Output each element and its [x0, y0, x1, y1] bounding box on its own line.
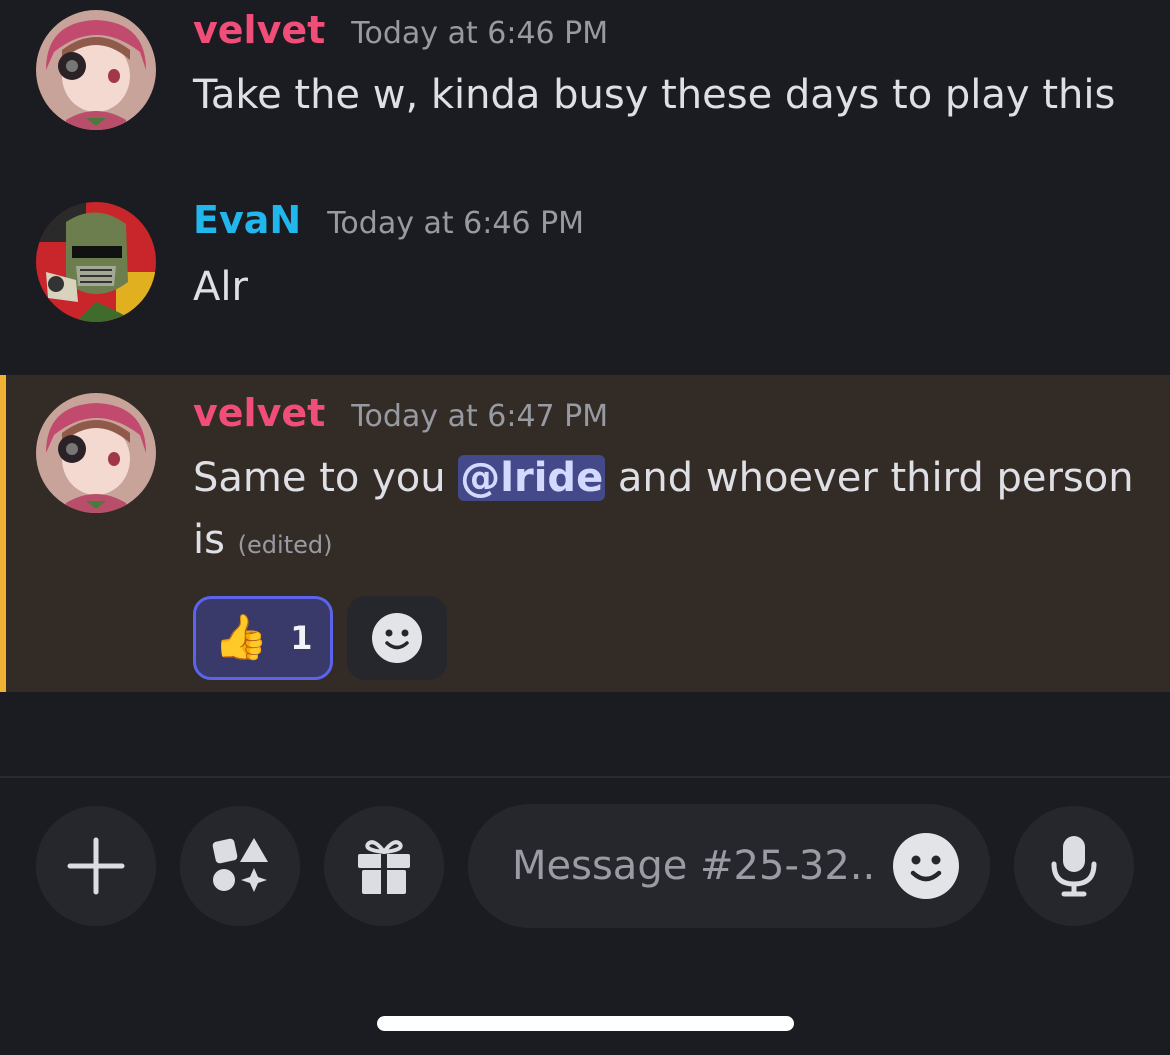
- message-item[interactable]: EvaN Today at 6:46 PM Alr: [0, 190, 1170, 375]
- message-text-part: is: [193, 517, 225, 563]
- username[interactable]: EvaN: [193, 198, 301, 242]
- smiley-icon[interactable]: [892, 832, 960, 900]
- avatar[interactable]: [36, 202, 156, 322]
- message-text: Take the w, kinda busy these days to pla…: [193, 72, 1116, 118]
- thumbs-up-icon: 👍: [213, 612, 269, 663]
- message-text: Alr: [193, 264, 248, 310]
- message-text-part: Same to you: [193, 455, 459, 501]
- edited-label: (edited): [237, 531, 333, 559]
- divider: [0, 776, 1170, 778]
- home-indicator[interactable]: [377, 1016, 794, 1031]
- avatar[interactable]: [36, 10, 156, 130]
- add-reaction-button[interactable]: [347, 596, 447, 680]
- avatar[interactable]: [36, 393, 156, 513]
- message-text-part: and whoever third person: [605, 455, 1134, 501]
- reaction-thumbs-up[interactable]: 👍 1: [193, 596, 333, 680]
- message-input[interactable]: Message #25-32..: [468, 804, 990, 928]
- microphone-icon: [1051, 836, 1097, 897]
- add-attachment-button[interactable]: [36, 806, 156, 926]
- message-text: Same to you @lride and whoever third per…: [193, 447, 1134, 576]
- username[interactable]: velvet: [193, 8, 325, 52]
- gift-icon: [358, 840, 410, 894]
- timestamp: Today at 6:46 PM: [351, 16, 609, 51]
- reactions-bar: 👍 1: [193, 596, 447, 680]
- timestamp: Today at 6:47 PM: [351, 399, 609, 434]
- message-item[interactable]: velvet Today at 6:46 PM Take the w, kind…: [0, 0, 1170, 190]
- apps-button[interactable]: [180, 806, 300, 926]
- message-item-highlighted[interactable]: velvet Today at 6:47 PM Same to you @lri…: [0, 375, 1170, 692]
- voice-message-button[interactable]: [1014, 806, 1134, 926]
- user-mention[interactable]: @lride: [458, 455, 606, 501]
- timestamp: Today at 6:46 PM: [327, 206, 585, 241]
- reaction-count: 1: [290, 619, 313, 657]
- smiley-icon: [372, 613, 422, 663]
- username[interactable]: velvet: [193, 391, 325, 435]
- plus-icon: [67, 837, 125, 895]
- message-input-placeholder: Message #25-32..: [512, 843, 876, 889]
- gift-button[interactable]: [324, 806, 444, 926]
- apps-icon: [212, 838, 268, 892]
